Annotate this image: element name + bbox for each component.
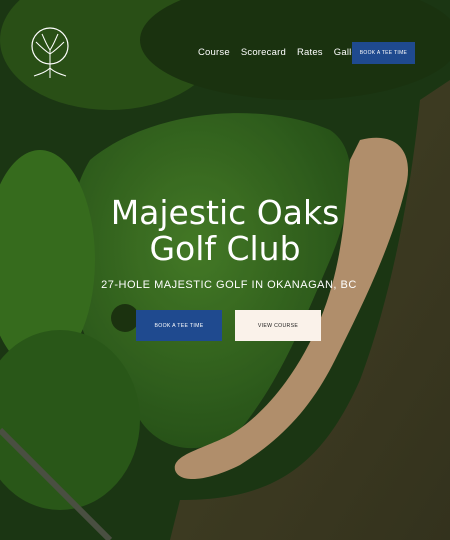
oak-tree-icon[interactable] (22, 24, 78, 80)
hero-subtitle: 27-HOLE MAJESTIC GOLF IN OKANAGAN, BC (101, 279, 357, 291)
top-navigation: Course Scorecard Rates Gallery (198, 47, 365, 58)
hero-title: Majestic Oaks Golf Club (0, 195, 450, 267)
view-course-button[interactable]: VIEW COURSE (235, 310, 321, 341)
book-tee-time-button[interactable]: BOOK A TEE TIME (136, 310, 222, 341)
hero-title-line1: Majestic Oaks (110, 193, 340, 232)
aerial-golf-course-image (0, 0, 450, 540)
hero-title-line2: Golf Club (149, 229, 301, 268)
nav-item-rates[interactable]: Rates (297, 47, 323, 58)
nav-item-scorecard[interactable]: Scorecard (241, 47, 286, 58)
hero-aerial-image (0, 0, 450, 540)
nav-item-course[interactable]: Course (198, 47, 230, 58)
book-tee-time-nav-button[interactable]: BOOK A TEE TIME (352, 42, 415, 64)
